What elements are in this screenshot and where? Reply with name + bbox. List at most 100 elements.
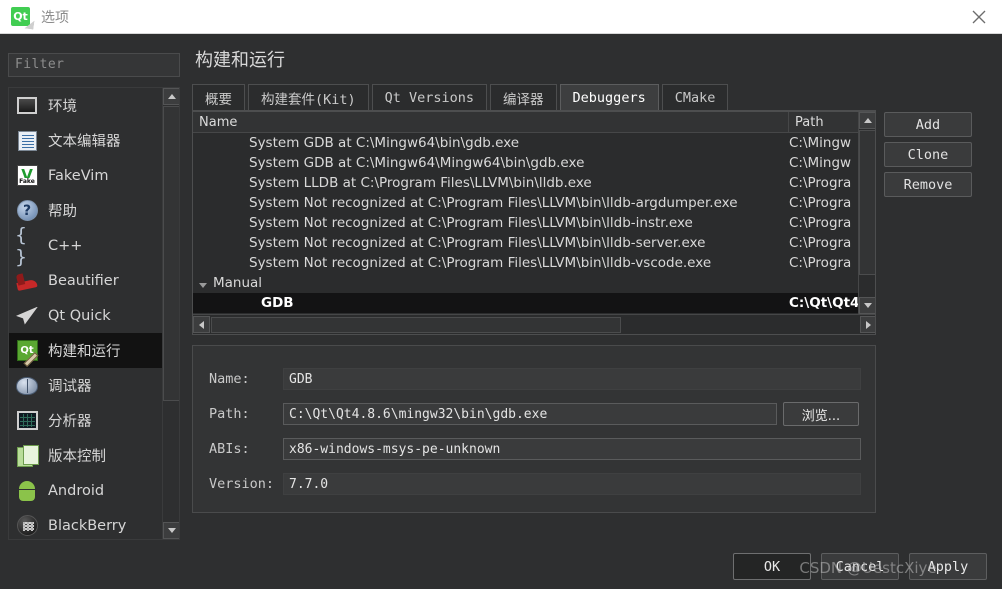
path-field[interactable]: C:\Qt\Qt4.8.6\mingw32\bin\gdb.exe [283, 403, 777, 425]
table-scroll-left-button[interactable] [193, 316, 210, 333]
window-title: 选项 [41, 9, 69, 26]
tab-overview[interactable]: 概要 [192, 84, 245, 110]
build-and-run-icon [15, 339, 39, 363]
sidebar-item-label: FakeVim [48, 167, 109, 184]
sidebar-scroll-thumb[interactable] [163, 106, 179, 401]
abis-field[interactable]: x86-windows-msys-pe-unknown [283, 438, 861, 460]
sidebar-item-label: 文本编辑器 [48, 134, 121, 150]
sidebar-item-label: Qt Quick [48, 307, 111, 324]
table-row[interactable]: System Not recognized at C:\Program File… [193, 213, 875, 233]
version-row: Version: 7.7.0 [209, 473, 861, 495]
table-row[interactable]: System Not recognized at C:\Program File… [193, 253, 875, 273]
tab-debuggers[interactable]: Debuggers [559, 84, 659, 110]
apply-button[interactable]: Apply [909, 553, 987, 580]
abis-row: ABIs: x86-windows-msys-pe-unknown [209, 438, 861, 460]
table-group-row[interactable]: Manual [193, 273, 875, 293]
table-hscroll-thumb[interactable] [211, 317, 621, 333]
path-row: Path: C:\Qt\Qt4.8.6\mingw32\bin\gdb.exe … [209, 402, 859, 426]
sidebar-item-label: 环境 [48, 99, 77, 115]
dialog-body: Filter 环境 文本编辑器 FakeVim ? 帮助 [0, 34, 1002, 589]
add-button[interactable]: Add [884, 112, 972, 137]
help-icon: ? [15, 199, 39, 223]
table-row[interactable]: System GDB at C:\Mingw64\Mingw64\bin\gdb… [193, 153, 875, 173]
sidebar-scroll-up-button[interactable] [163, 88, 179, 105]
cell-name: System Not recognized at C:\Program File… [249, 195, 738, 211]
name-row: Name: GDB [209, 368, 861, 390]
debugger-icon [15, 374, 39, 398]
abis-label: ABIs: [209, 441, 250, 457]
cell-name: System Not recognized at C:\Program File… [249, 215, 693, 231]
cancel-button[interactable]: Cancel [821, 553, 899, 580]
sidebar-item-label: BlackBerry [48, 517, 127, 534]
sidebar-item-environment[interactable]: 环境 [9, 88, 163, 123]
cell-path: C:\Progra [789, 235, 852, 251]
tab-cmake[interactable]: CMake [661, 84, 729, 110]
sidebar-item-android[interactable]: Android [9, 473, 163, 508]
sidebar-item-label: C++ [48, 237, 83, 254]
table-row[interactable]: System LLDB at C:\Program Files\LLVM\bin… [193, 173, 875, 193]
sidebar-item-debugger[interactable]: 调试器 [9, 368, 163, 403]
sidebar-item-analyzer[interactable]: 分析器 [9, 403, 163, 438]
table-scroll-right-button[interactable] [860, 316, 875, 333]
sidebar-item-cpp[interactable]: { } C++ [9, 223, 163, 268]
sidebar-item-blackberry[interactable]: BlackBerry [9, 508, 163, 539]
path-label: Path: [209, 406, 250, 422]
cpp-icon: { } [15, 223, 28, 268]
sidebar-item-qt-quick[interactable]: Qt Quick [9, 298, 163, 333]
sidebar-items: 环境 文本编辑器 FakeVim ? 帮助 { } C++ [9, 88, 163, 539]
cell-path: C:\Mingw [789, 155, 852, 171]
cell-name: System Not recognized at C:\Program File… [249, 255, 712, 271]
cell-name: System Not recognized at C:\Program File… [249, 235, 706, 251]
beautifier-icon [15, 269, 39, 293]
version-label: Version: [209, 476, 275, 492]
cell-path: C:\Progra [789, 195, 852, 211]
cell-path: C:\Progra [789, 255, 852, 271]
tab-compilers[interactable]: 编译器 [490, 84, 557, 110]
name-field[interactable]: GDB [283, 368, 861, 390]
table-horizontal-scrollbar[interactable] [193, 314, 875, 334]
table-row[interactable]: System Not recognized at C:\Program File… [193, 193, 875, 213]
ok-button[interactable]: OK [733, 553, 811, 580]
table-row[interactable]: System GDB at C:\Mingw64\bin\gdb.exe C:\… [193, 133, 875, 153]
table-vertical-scrollbar[interactable] [858, 112, 875, 314]
column-header-path[interactable]: Path [789, 112, 859, 132]
table-scroll-down-button[interactable] [859, 297, 875, 314]
sidebar-item-text-editor[interactable]: 文本编辑器 [9, 123, 163, 158]
table-scroll-thumb[interactable] [859, 130, 875, 275]
qt-logo-icon: Qt [11, 7, 30, 26]
tab-kits[interactable]: 构建套件(Kit) [248, 84, 369, 110]
qt-quick-icon [15, 304, 39, 328]
sidebar-item-fakevim[interactable]: FakeVim [9, 158, 163, 193]
table-action-buttons: Add Clone Remove [884, 112, 974, 202]
sidebar-item-version-control[interactable]: 版本控制 [9, 438, 163, 473]
version-field[interactable]: 7.7.0 [283, 473, 861, 495]
dialog-footer: OK Cancel Apply [0, 544, 1002, 589]
blackberry-icon [15, 514, 39, 538]
android-icon [15, 479, 39, 503]
browse-button[interactable]: 浏览... [783, 402, 859, 426]
sidebar-scrollbar[interactable] [162, 88, 179, 539]
sidebar-item-build-and-run[interactable]: 构建和运行 [9, 333, 163, 368]
cell-path: C:\Progra [789, 215, 852, 231]
column-header-name[interactable]: Name [193, 112, 789, 132]
sidebar-item-beautifier[interactable]: Beautifier [9, 263, 163, 298]
table-row-selected[interactable]: GDB C:\Qt\Qt4 [193, 293, 875, 313]
table-row[interactable]: System Not recognized at C:\Program File… [193, 233, 875, 253]
text-editor-icon [15, 129, 39, 153]
tab-qt-versions[interactable]: Qt Versions [371, 84, 488, 110]
cell-path: C:\Progra [789, 175, 852, 191]
sidebar-item-label: 版本控制 [48, 449, 106, 465]
clone-button[interactable]: Clone [884, 142, 972, 167]
filter-input[interactable]: Filter [8, 53, 180, 77]
cell-path: C:\Mingw [789, 135, 852, 151]
cell-name: System LLDB at C:\Program Files\LLVM\bin… [249, 175, 592, 191]
sidebar-scroll-down-button[interactable] [163, 522, 179, 539]
close-icon[interactable] [956, 0, 1002, 33]
table-scroll-up-button[interactable] [859, 112, 875, 129]
cell-name: GDB [261, 295, 294, 311]
cell-name: System GDB at C:\Mingw64\Mingw64\bin\gdb… [249, 155, 585, 171]
environment-icon [15, 94, 39, 118]
remove-button[interactable]: Remove [884, 172, 972, 197]
cell-path: C:\Qt\Qt4 [789, 295, 860, 311]
sidebar-item-label: Beautifier [48, 272, 119, 289]
